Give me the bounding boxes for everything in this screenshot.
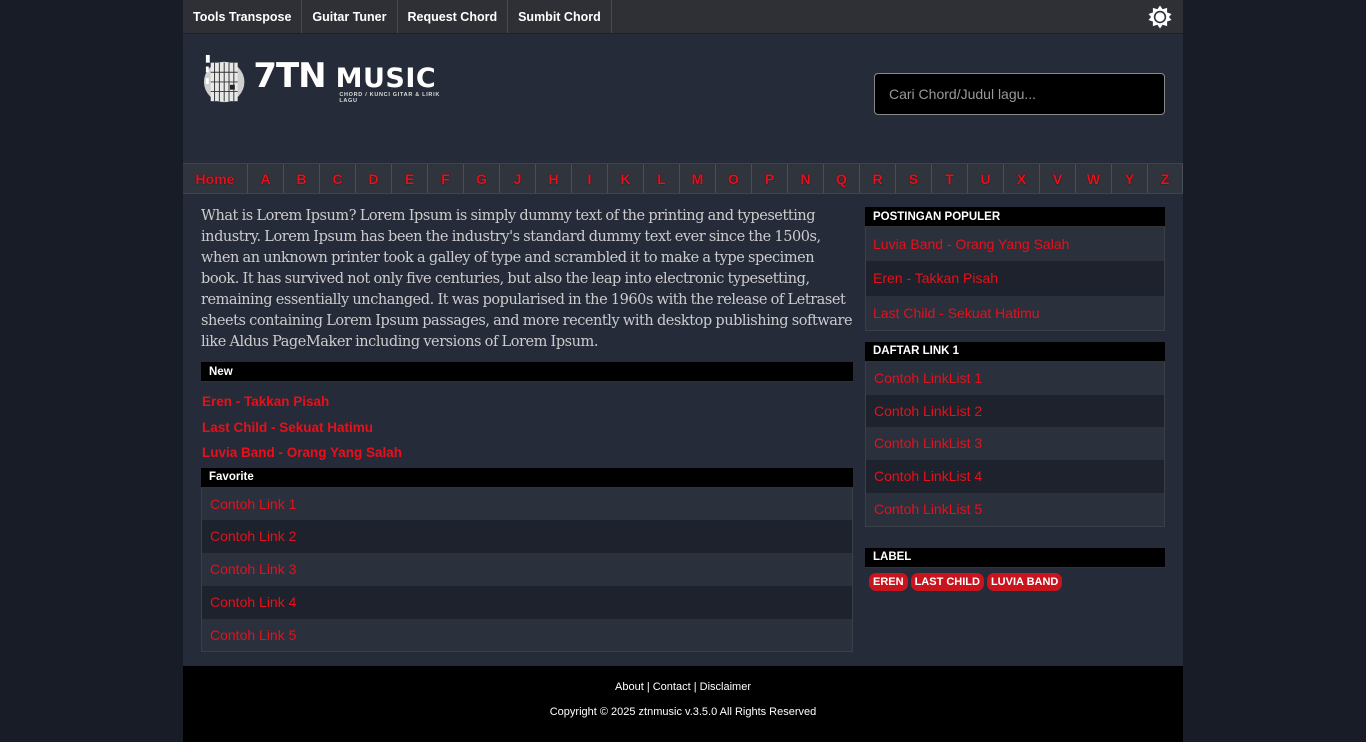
alphabet-link-y[interactable]: Y [1111,164,1147,193]
theme-toggle-button[interactable] [1137,0,1183,33]
link-list-item[interactable]: Contoh LinkList 1 [866,361,1164,395]
alphabet-link-r[interactable]: R [859,164,895,193]
footer-links: About | Contact | Disclaimer [183,681,1183,693]
alphabet-link-g[interactable]: G [463,164,499,193]
new-list: Eren - Takkan Pisah Last Child - Sekuat … [201,382,853,468]
site-header: 7TN MUSIC CHORD / KUNCI GITAR & LIRIK LA… [183,34,1183,163]
alphabet-link-z[interactable]: Z [1147,164,1183,193]
alphabet-link-w[interactable]: W [1075,164,1111,193]
link-list-item[interactable]: Contoh LinkList 5 [866,493,1164,526]
alphabet-link-c[interactable]: C [319,164,355,193]
footer-separator: | [646,681,650,693]
alphabet-link-d[interactable]: D [355,164,391,193]
favorite-link[interactable]: Contoh Link 3 [202,553,852,586]
favorite-link[interactable]: Contoh Link 4 [202,585,852,619]
alphabet-link-k[interactable]: K [607,164,643,193]
footer-separator: | [693,681,697,693]
sun-icon [1148,5,1172,28]
label-tag[interactable]: LUVIA BAND [986,572,1063,591]
link-list-title: DAFTAR LINK 1 [865,341,1165,362]
alphabet-link-b[interactable]: B [283,164,319,193]
intro-text: What is Lorem Ipsum? Lorem Ipsum is simp… [201,208,853,350]
nav-guitar-tuner[interactable]: Guitar Tuner [302,0,398,33]
new-section-title: New [201,362,853,382]
favorite-list: Contoh Link 1 Contoh Link 2 Contoh Link … [201,487,853,653]
footer-about-link[interactable]: About [615,681,644,693]
alphabet-link-m[interactable]: M [679,164,715,193]
nav-request-chord[interactable]: Request Chord [398,0,509,33]
link-list-item[interactable]: Contoh LinkList 2 [866,394,1164,428]
top-nav: Tools Transpose Guitar Tuner Request Cho… [183,0,1183,34]
label-tag[interactable]: EREN [869,572,908,591]
favorite-link[interactable]: Contoh Link 5 [202,618,852,652]
label-section-title: LABEL [865,547,1165,568]
new-item[interactable]: Eren - Takkan Pisah [202,389,853,415]
favorite-section-title: Favorite [201,467,853,488]
alphabet-link-t[interactable]: T [931,164,967,193]
alphabet-link-p[interactable]: P [751,164,787,193]
alphabet-nav: Home A B C D E F G J H I K L M O P N Q R S T U X V W Y Z [183,163,1183,194]
link-list-item[interactable]: Contoh LinkList 4 [866,460,1164,494]
alphabet-link-a[interactable]: A [247,164,283,193]
logo-tagline: CHORD / KUNCI GITAR & LIRIK LAGU [339,92,440,104]
alphabet-link-v[interactable]: V [1039,164,1075,193]
footer-contact-link[interactable]: Contact [653,681,691,693]
alphabet-link-j[interactable]: J [499,164,535,193]
guitar-logo-icon [203,54,245,103]
popular-posts-title: POSTINGAN POPULER [865,207,1165,227]
link-list: Contoh LinkList 1 Contoh LinkList 2 Cont… [865,361,1165,527]
alphabet-link-h[interactable]: H [535,164,571,193]
popular-post-link[interactable]: Luvia Band - Orang Yang Salah [866,227,1164,262]
logo-main: 7TN MUSIC [253,56,453,96]
site-footer: About | Contact | Disclaimer Copyright ©… [183,666,1183,742]
page-container: Tools Transpose Guitar Tuner Request Cho… [183,0,1183,742]
alphabet-link-q[interactable]: Q [823,164,859,193]
new-item[interactable]: Luvia Band - Orang Yang Salah [202,440,853,466]
sidebar: POSTINGAN POPULER Luvia Band - Orang Yan… [865,207,1165,596]
popular-post-link[interactable]: Last Child - Sekuat Hatimu [866,295,1164,330]
logo-word: MUSIC [335,63,437,94]
main-content: What is Lorem Ipsum? Lorem Ipsum is simp… [201,206,853,653]
alphabet-link-u[interactable]: U [967,164,1003,193]
link-list-item[interactable]: Contoh LinkList 3 [866,427,1164,461]
new-item[interactable]: Last Child - Sekuat Hatimu [202,415,853,441]
label-cloud: EREN LAST CHILD LUVIA BAND [865,568,1165,596]
alphabet-link-l[interactable]: L [643,164,679,193]
footer-disclaimer-link[interactable]: Disclaimer [700,681,751,693]
logo-number: 7TN [253,56,326,96]
popular-post-link[interactable]: Eren - Takkan Pisah [866,261,1164,296]
favorite-link[interactable]: Contoh Link 2 [202,520,852,554]
nav-tools-transpose[interactable]: Tools Transpose [183,0,303,33]
favorite-link[interactable]: Contoh Link 1 [202,487,852,521]
alphabet-link-i[interactable]: I [571,164,607,193]
footer-copyright: Copyright © 2025 ztnmusic v.3.5.0 All Ri… [549,706,817,718]
alphabet-home-link[interactable]: Home [183,164,247,193]
site-logo[interactable]: 7TN MUSIC CHORD / KUNCI GITAR & LIRIK LA… [203,51,453,109]
nav-submit-chord[interactable]: Sumbit Chord [508,0,612,33]
popular-posts-list: Luvia Band - Orang Yang Salah Eren - Tak… [865,227,1165,331]
alphabet-link-n[interactable]: N [787,164,823,193]
alphabet-link-x[interactable]: X [1003,164,1039,193]
alphabet-link-s[interactable]: S [895,164,931,193]
alphabet-link-o[interactable]: O [715,164,751,193]
label-tag[interactable]: LAST CHILD [910,572,984,591]
search-input[interactable] [874,73,1165,115]
logo-text: 7TN MUSIC CHORD / KUNCI GITAR & LIRIK LA… [253,56,453,104]
alphabet-link-e[interactable]: E [391,164,427,193]
alphabet-link-f[interactable]: F [427,164,463,193]
